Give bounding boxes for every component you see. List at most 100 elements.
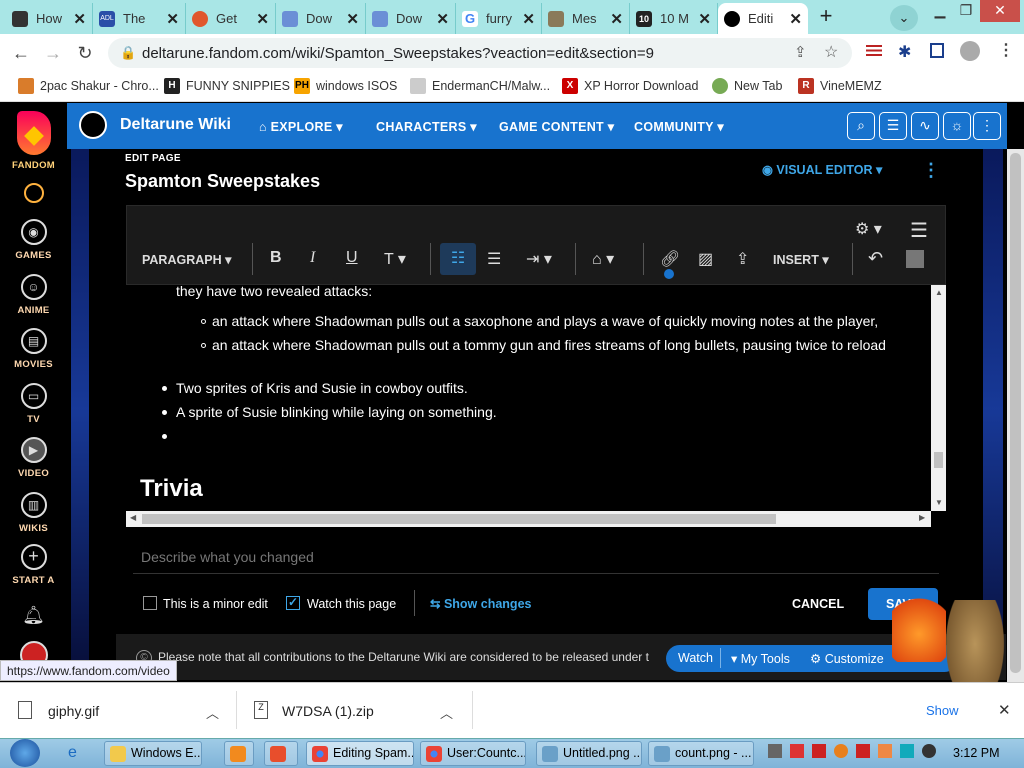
search-button[interactable] xyxy=(0,183,67,203)
tray-icon[interactable] xyxy=(768,744,782,758)
page-settings-gear-icon[interactable]: ⚙ ▾ xyxy=(855,219,882,239)
text-style-icon[interactable]: T ▾ xyxy=(384,249,406,269)
bullet-list-icon[interactable]: ☷ xyxy=(440,243,476,275)
customize-button[interactable]: ⚙ Customize xyxy=(810,651,884,666)
close-shelf-icon[interactable]: ✕ xyxy=(998,701,1011,719)
watch-tool-button[interactable]: Watch xyxy=(678,651,713,665)
theme-toggle-icon[interactable]: ☼ xyxy=(943,112,971,140)
sidebar-item-anime[interactable]: ☺ ANIME xyxy=(0,274,67,316)
minor-edit-label[interactable]: This is a minor edit xyxy=(163,597,268,611)
close-tab-icon[interactable]: ✕ xyxy=(522,10,535,28)
browser-tab[interactable]: How ✕ xyxy=(6,3,93,34)
watch-page-label[interactable]: Watch this page xyxy=(307,597,396,611)
show-changes-button[interactable]: ⇆ Show changes xyxy=(430,596,531,611)
bookmark-item[interactable]: New Tab xyxy=(712,78,782,94)
minor-edit-checkbox[interactable] xyxy=(143,596,157,610)
notifications-button[interactable]: 🔔︎ xyxy=(0,605,67,626)
flag-extension-icon[interactable] xyxy=(866,45,882,56)
show-all-downloads-button[interactable]: Show xyxy=(926,703,959,718)
nav-community[interactable]: COMMUNITY ▾ xyxy=(634,119,724,134)
share-icon[interactable]: ⇪ xyxy=(794,43,807,61)
close-tab-icon[interactable]: ✕ xyxy=(346,10,359,28)
editor-options-icon[interactable]: ⋮ xyxy=(922,160,940,181)
chevron-up-icon[interactable]: ︿ xyxy=(440,703,453,722)
content-vertical-scrollbar[interactable]: ▲ ▼ xyxy=(931,285,946,511)
download-item-name[interactable]: giphy.gif xyxy=(48,703,99,719)
redo-icon[interactable] xyxy=(906,250,924,268)
chevron-up-icon[interactable]: ︿ xyxy=(206,703,219,722)
my-tools-button[interactable]: ▾ My Tools xyxy=(731,651,790,666)
upload-icon[interactable]: ⇪ xyxy=(736,249,749,269)
taskbar-item[interactable]: count.png - ... xyxy=(648,741,754,766)
lock-icon[interactable]: 🔒 xyxy=(120,45,136,61)
bookmark-star-icon[interactable]: ☆ xyxy=(824,42,838,62)
scrollbar-thumb[interactable] xyxy=(142,514,776,524)
content-horizontal-scrollbar[interactable]: ◀ ▶ xyxy=(126,511,931,527)
cancel-button[interactable]: CANCEL xyxy=(792,597,844,611)
nav-game-content[interactable]: GAME CONTENT ▾ xyxy=(499,119,614,134)
sidebar-item-video[interactable]: ▶ VIDEO xyxy=(0,437,67,479)
italic-icon[interactable]: I xyxy=(310,249,315,267)
close-tab-icon[interactable]: ✕ xyxy=(73,10,86,28)
page-scrollbar[interactable] xyxy=(1007,149,1024,683)
link-icon[interactable]: 🔗︎ xyxy=(660,249,680,269)
browser-menu-icon[interactable]: ⋮ xyxy=(998,40,1014,60)
browser-tab[interactable]: ADL The ✕ xyxy=(93,3,186,34)
browser-tab[interactable]: Dow ✕ xyxy=(276,3,366,34)
close-tab-icon[interactable]: ✕ xyxy=(610,10,623,28)
nav-explore[interactable]: ⌂ EXPLORE ▾ xyxy=(259,119,343,134)
browser-tab[interactable]: Get ✕ xyxy=(186,3,276,34)
restore-icon[interactable]: ❐ xyxy=(953,0,979,22)
forward-icon[interactable]: → xyxy=(40,40,66,66)
tray-icon[interactable] xyxy=(900,744,914,758)
close-tab-icon[interactable]: ✕ xyxy=(166,10,179,28)
side-panel-icon[interactable] xyxy=(930,43,944,58)
reload-icon[interactable]: ↻ xyxy=(72,40,98,66)
image-icon[interactable]: ▨ xyxy=(698,249,713,269)
indent-icon[interactable]: ⇥ ▾ xyxy=(526,249,552,269)
omnibox[interactable]: 🔒 deltarune.fandom.com/wiki/Spamton_Swee… xyxy=(108,38,852,68)
hamburger-menu-icon[interactable]: ☰ xyxy=(910,218,928,243)
close-window-icon[interactable]: ✕ xyxy=(980,0,1020,22)
activity-icon[interactable]: ∿ xyxy=(911,112,939,140)
bookmark-item[interactable]: X XP Horror Download xyxy=(562,78,698,94)
browser-tab[interactable]: Mes ✕ xyxy=(542,3,630,34)
new-tab-button[interactable]: + xyxy=(812,5,840,29)
bookmark-item[interactable]: EndermanCH/Malw... xyxy=(410,78,550,94)
wiki-more-icon[interactable]: ⋮ xyxy=(973,112,1001,140)
fandom-logo[interactable]: FANDOM xyxy=(0,111,67,171)
undo-icon[interactable]: ↶ xyxy=(868,248,883,269)
internet-explorer-icon[interactable]: e xyxy=(68,744,77,762)
tray-icon[interactable] xyxy=(922,744,936,758)
taskbar-item[interactable]: User:Countc... xyxy=(420,741,526,766)
minimize-icon[interactable]: ▁ xyxy=(927,0,953,22)
tray-icon[interactable] xyxy=(812,744,826,758)
close-tab-icon[interactable]: ✕ xyxy=(256,10,269,28)
insert-dropdown[interactable]: INSERT ▾ xyxy=(773,252,829,267)
scrollbar-thumb[interactable] xyxy=(1010,153,1021,673)
sidebar-item-wikis[interactable]: ▥ WIKIS xyxy=(0,492,67,534)
wiki-search-icon[interactable]: ⌕ xyxy=(847,112,875,140)
tray-icon[interactable] xyxy=(834,744,848,758)
numbered-list-icon[interactable]: ☰ xyxy=(487,249,501,269)
bookmark-item[interactable]: R VineMEMZ xyxy=(798,78,882,94)
underline-icon[interactable]: U xyxy=(346,249,358,267)
start-button-icon[interactable] xyxy=(10,739,40,767)
close-tab-icon[interactable]: ✕ xyxy=(698,10,711,28)
tray-icon[interactable] xyxy=(878,744,892,758)
taskbar-item[interactable]: Untitled.png ... xyxy=(536,741,642,766)
close-tab-icon[interactable]: ✕ xyxy=(789,10,802,28)
download-item-name[interactable]: W7DSA (1).zip xyxy=(282,703,374,719)
taskbar-clock[interactable]: 3:12 PM xyxy=(953,746,1000,760)
bold-icon[interactable]: B xyxy=(270,249,282,267)
visual-editor-switch[interactable]: ◉ VISUAL EDITOR ▾ xyxy=(762,162,882,177)
tab-search-chevron-icon[interactable]: ⌄ xyxy=(890,5,918,31)
paragraph-format-dropdown[interactable]: PARAGRAPH ▾ xyxy=(142,252,231,267)
bookmark-item[interactable]: 2pac Shakur - Chro... xyxy=(18,78,159,94)
sidebar-item-tv[interactable]: ▭ TV xyxy=(0,383,67,425)
wiki-logo-icon[interactable] xyxy=(79,111,107,139)
sidebar-item-start-a-wiki[interactable]: + START A xyxy=(0,544,67,586)
cite-icon[interactable]: ⌂ ▾ xyxy=(592,249,614,269)
bookmark-item[interactable]: PH windows ISOS xyxy=(294,78,397,94)
browser-tab[interactable]: Dow ✕ xyxy=(366,3,456,34)
